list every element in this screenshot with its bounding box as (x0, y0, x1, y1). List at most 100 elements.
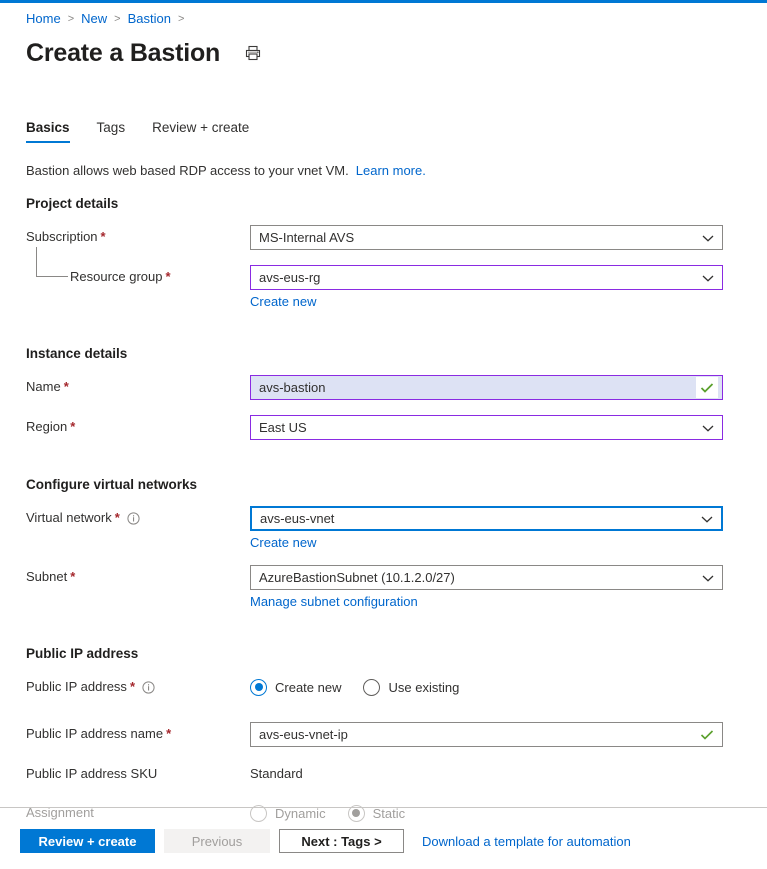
learn-more-link[interactable]: Learn more. (356, 163, 426, 178)
control-assignment: Dynamic Static (250, 801, 723, 825)
label-region-text: Region (26, 419, 68, 434)
label-name-text: Name (26, 379, 61, 394)
breadcrumb-separator: > (177, 12, 185, 25)
public-ip-radio-group: Create new Use existing (250, 675, 723, 699)
field-row-public-ip-address: Public IP address * Create new Use existi… (0, 675, 767, 699)
page-title: Create a Bastion (26, 39, 221, 67)
chevron-down-icon (702, 420, 714, 435)
form-description-text: Bastion allows web based RDP access to y… (26, 163, 349, 178)
field-row-virtual-network: Virtual network * avs-eus-vnet Create new (0, 506, 767, 550)
field-row-subnet: Subnet * AzureBastionSubnet (10.1.2.0/27)… (0, 565, 767, 609)
required-asterisk: * (70, 569, 76, 584)
required-asterisk: * (114, 510, 120, 525)
field-row-public-ip-address-name: Public IP address name * avs-eus-vnet-ip (0, 722, 767, 747)
label-public-ip-address-name-text: Public IP address name (26, 726, 164, 741)
validation-check-icon (696, 724, 718, 745)
subnet-dropdown[interactable]: AzureBastionSubnet (10.1.2.0/27) (250, 565, 723, 590)
field-row-public-ip-address-sku: Public IP address SKU Standard (0, 762, 767, 786)
label-virtual-network: Virtual network * (0, 506, 250, 530)
control-public-ip-address-name: avs-eus-vnet-ip (250, 722, 723, 747)
control-resource-group: avs-eus-rg Create new (250, 265, 723, 309)
print-icon[interactable] (242, 42, 264, 64)
field-row-name: Name * avs-bastion (0, 375, 767, 400)
public-ip-address-sku-value: Standard (250, 766, 303, 781)
tab-review-create[interactable]: Review + create (152, 120, 249, 143)
name-value: avs-bastion (259, 380, 326, 395)
info-icon[interactable] (127, 511, 140, 525)
breadcrumb-separator: > (114, 12, 121, 25)
radio-create-new[interactable]: Create new (250, 678, 342, 696)
radio-use-existing-label: Use existing (388, 679, 460, 695)
section-heading-configure-virtual-networks: Configure virtual networks (26, 477, 198, 492)
subnet-value: AzureBastionSubnet (10.1.2.0/27) (259, 570, 455, 585)
bastion-create-form: Project details Subscription * MS-Interna… (0, 196, 767, 840)
radio-use-existing[interactable]: Use existing (363, 678, 460, 696)
required-asterisk: * (63, 379, 69, 394)
field-row-subscription: Subscription * MS-Internal AVS (0, 225, 767, 250)
radio-create-new-label: Create new (275, 679, 342, 695)
control-virtual-network: avs-eus-vnet Create new (250, 506, 723, 550)
validation-check-icon (696, 377, 718, 398)
form-description: Bastion allows web based RDP access to y… (26, 163, 426, 178)
region-dropdown[interactable]: East US (250, 415, 723, 440)
public-ip-address-name-value: avs-eus-vnet-ip (259, 727, 348, 742)
manage-subnet-configuration-link[interactable]: Manage subnet configuration (250, 594, 418, 609)
download-template-link[interactable]: Download a template for automation (422, 834, 631, 849)
chevron-down-icon (702, 570, 714, 585)
label-public-ip-address: Public IP address * (0, 675, 250, 699)
subscription-value: MS-Internal AVS (259, 230, 355, 245)
tab-tags[interactable]: Tags (97, 120, 126, 143)
required-asterisk: * (129, 679, 135, 694)
control-public-ip-address-sku: Standard (250, 762, 723, 786)
radio-indicator (363, 678, 381, 696)
radio-indicator (250, 678, 267, 696)
label-assignment-text: Assignment (26, 805, 94, 820)
label-public-ip-address-text: Public IP address (26, 679, 127, 694)
label-subscription: Subscription * (0, 225, 250, 249)
public-ip-address-name-input[interactable]: avs-eus-vnet-ip (250, 722, 723, 747)
review-create-button[interactable]: Review + create (20, 829, 155, 853)
next-tags-button[interactable]: Next : Tags > (279, 829, 404, 853)
label-subnet: Subnet * (0, 565, 250, 589)
control-public-ip-address: Create new Use existing (250, 675, 723, 699)
name-input[interactable]: avs-bastion (250, 375, 723, 400)
required-asterisk: * (70, 419, 76, 434)
footer-divider (0, 807, 767, 808)
field-row-assignment: Assignment Dynamic Static (0, 801, 767, 825)
subscription-dropdown[interactable]: MS-Internal AVS (250, 225, 723, 250)
required-asterisk: * (165, 269, 171, 284)
title-row: Create a Bastion (26, 38, 264, 68)
previous-button: Previous (164, 829, 270, 853)
control-region: East US (250, 415, 723, 440)
region-value: East US (259, 420, 307, 435)
virtual-network-dropdown[interactable]: avs-eus-vnet (250, 506, 723, 531)
label-resource-group: Resource group * (0, 247, 250, 289)
label-assignment: Assignment (0, 801, 250, 825)
top-accent-bar (0, 0, 767, 3)
virtual-network-create-new-link[interactable]: Create new (250, 535, 316, 550)
assignment-radio-group: Dynamic Static (250, 801, 723, 825)
label-subscription-text: Subscription (26, 229, 98, 244)
label-public-ip-address-name: Public IP address name * (0, 722, 250, 746)
breadcrumb-item-home[interactable]: Home (26, 11, 61, 26)
control-subscription: MS-Internal AVS (250, 225, 723, 250)
required-asterisk: * (166, 726, 172, 741)
label-public-ip-address-sku: Public IP address SKU (0, 762, 250, 786)
resource-group-create-new-link[interactable]: Create new (250, 294, 316, 309)
label-virtual-network-text: Virtual network (26, 510, 112, 525)
tab-basics[interactable]: Basics (26, 120, 70, 143)
section-heading-project-details: Project details (26, 196, 119, 211)
virtual-network-value: avs-eus-vnet (260, 511, 335, 526)
breadcrumb-item-bastion[interactable]: Bastion (128, 11, 171, 26)
info-icon[interactable] (142, 680, 155, 694)
resource-group-dropdown[interactable]: avs-eus-rg (250, 265, 723, 290)
chevron-down-icon (702, 230, 714, 245)
label-subnet-text: Subnet (26, 569, 68, 584)
required-asterisk: * (100, 229, 106, 244)
control-name: avs-bastion (250, 375, 723, 400)
tree-connector (36, 247, 68, 277)
label-name: Name * (0, 375, 250, 399)
breadcrumb: Home > New > Bastion > (26, 11, 191, 26)
section-heading-instance-details: Instance details (26, 346, 128, 361)
breadcrumb-item-new[interactable]: New (81, 11, 107, 26)
